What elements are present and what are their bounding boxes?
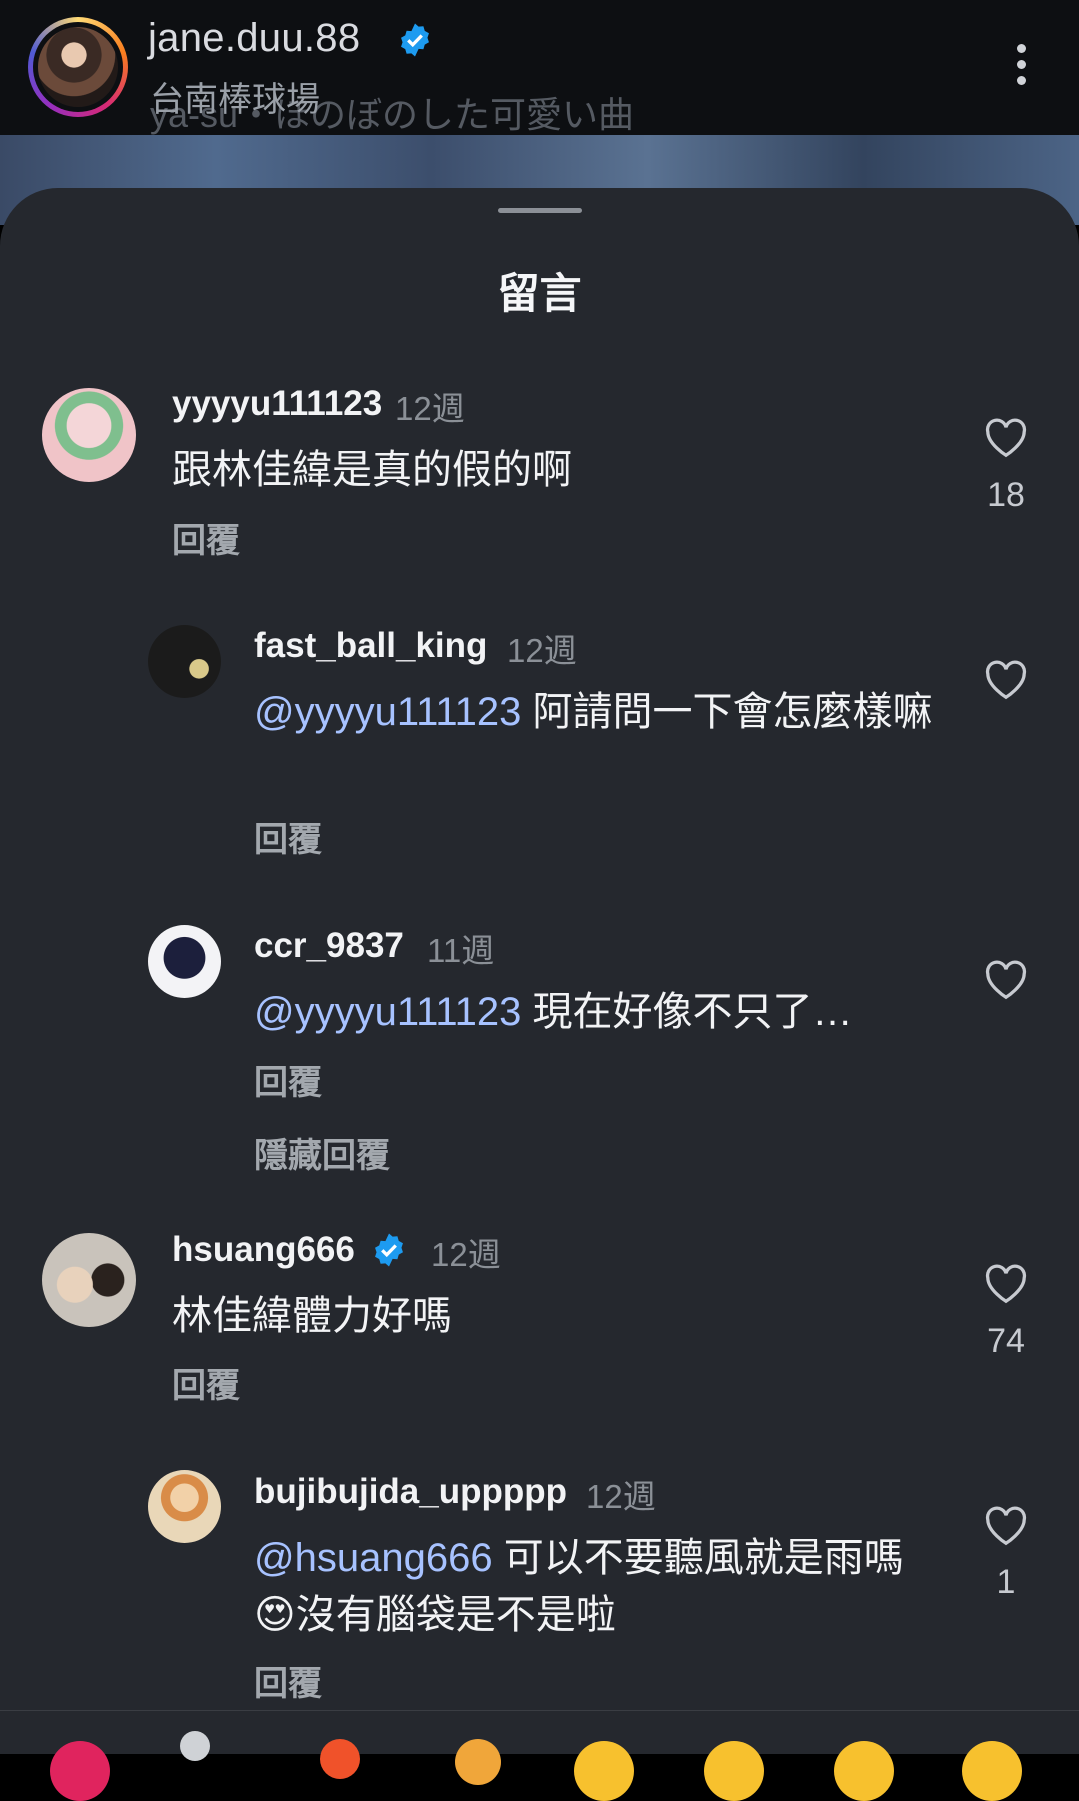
reply-button[interactable]: 回覆 [172,513,240,562]
comment-time: 12週 [586,1478,656,1515]
comment-username[interactable]: ccr_9837 [254,926,404,966]
comment-text: 林佳緯體力好嗎 [172,1294,452,1338]
comment-time: 12週 [507,632,577,669]
reply-button[interactable]: 回覆 [254,1055,322,1104]
smile-emoji-icon[interactable] [574,1741,634,1801]
more-options-icon[interactable] [1008,44,1034,90]
comment-username[interactable]: fast_ball_king [254,626,487,666]
cry-emoji-icon[interactable] [962,1741,1022,1801]
avatar[interactable] [148,925,221,998]
like-count: 18 [987,476,1025,514]
drag-handle[interactable] [498,208,582,213]
like-count: 1 [996,1563,1016,1601]
verified-badge-icon [375,1233,403,1267]
reply-button[interactable]: 回覆 [254,812,322,861]
avatar[interactable] [42,1233,136,1327]
comment-text: @hsuang666 可以不要聽風就是雨嗎 😍沒有腦袋是不是啦 [254,1536,904,1637]
laugh-emoji-icon[interactable] [704,1741,764,1801]
comment-time: 11週 [427,932,495,969]
mention-link[interactable]: @yyyyu111123 [254,990,521,1034]
comment-text: @yyyyu111123 阿請問一下會怎麼樣嘛 [254,690,933,734]
comment-username[interactable]: yyyyu111123 [172,384,382,424]
avatar[interactable] [148,625,221,698]
sheet-title: 留言 [497,270,582,317]
verified-badge-icon [401,23,429,57]
reply-button[interactable]: 回覆 [254,1656,322,1705]
heart-icon[interactable] [984,960,1028,1000]
wow-emoji-icon[interactable] [834,1741,894,1801]
comment-text: @yyyyu111123 現在好像不只了… [254,990,853,1034]
heart-icon[interactable] [984,1506,1028,1546]
mention-link[interactable]: @hsuang666 [254,1536,493,1580]
profile-avatar[interactable] [28,17,128,117]
mention-link[interactable]: @yyyyu111123 [254,690,521,734]
comment-text: 跟林佳緯是真的假的啊 [172,448,572,492]
heart-emoji-icon[interactable] [50,1741,110,1801]
heart-icon[interactable] [984,418,1028,458]
location-label[interactable]: 台南棒球場 [150,72,320,121]
sparkle-emoji-icon[interactable] [180,1731,210,1761]
clap-emoji-icon[interactable] [455,1739,501,1785]
comment-time: 12週 [395,390,465,427]
fire-emoji-icon[interactable] [320,1739,360,1779]
reply-button[interactable]: 回覆 [172,1358,240,1407]
profile-username[interactable]: jane.duu.88 [148,16,360,61]
avatar[interactable] [42,388,136,482]
like-count: 74 [987,1322,1025,1360]
hide-replies-button[interactable]: 隱藏回覆 [254,1128,390,1177]
emoji-reaction-bar [0,1710,1079,1801]
comment-username[interactable]: hsuang666 [172,1230,355,1270]
avatar[interactable] [148,1470,221,1543]
comment-time: 12週 [431,1236,501,1273]
heart-icon[interactable] [984,1264,1028,1304]
comment-username[interactable]: bujibujida_uppppp [254,1472,567,1512]
profile-header: jane.duu.88 ya-su・ほのぼのした可愛い曲 台南棒球場 [0,0,1079,135]
heart-icon[interactable] [984,660,1028,700]
